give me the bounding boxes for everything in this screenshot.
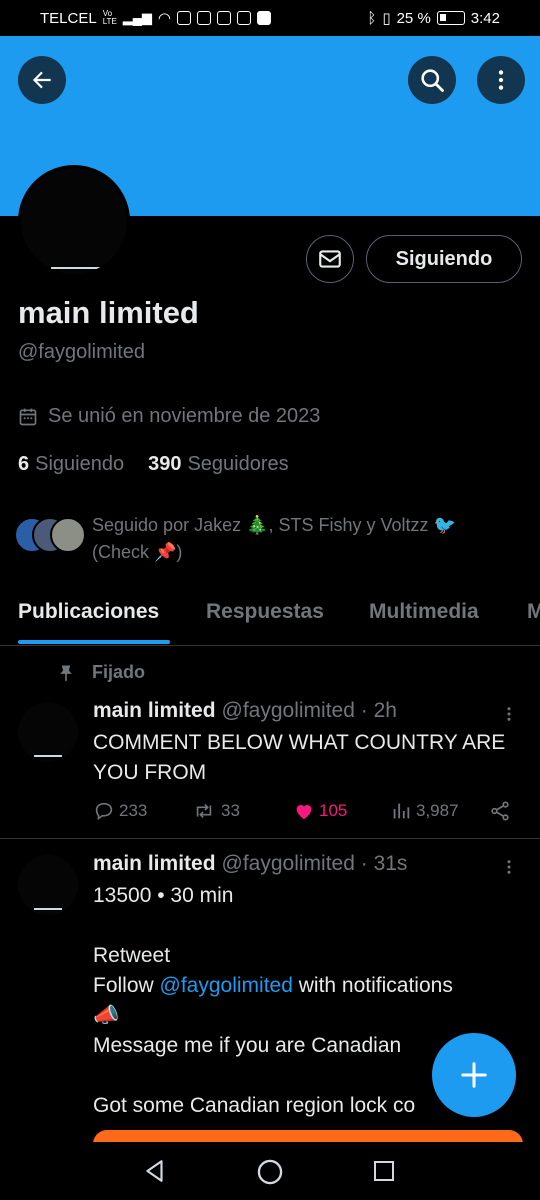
tweet-line: Retweet [93,944,171,967]
tweet-author-handle: @faygolimited [221,699,355,722]
like-button[interactable]: 105 [293,800,347,822]
signal-icon: ▂▄▆ [122,10,152,25]
app-notification-icon [217,11,232,25]
message-button[interactable] [306,235,354,283]
pinned-label: Fijado [56,662,145,683]
tweet-text: COMMENT BELOW WHAT COUNTRY ARE YOU FROM [93,731,506,784]
profile-avatar[interactable] [18,165,130,277]
follower-avatar [50,517,86,553]
vibrate-icon: ▯ [382,10,391,27]
carrier-label: TELCEL [40,9,97,27]
megaphone-emoji: 📣 [93,1004,120,1027]
app-notification-icon [197,11,212,25]
retweet-button[interactable]: 33 [191,800,240,822]
search-icon [421,69,444,92]
tweet-avatar[interactable] [18,855,78,915]
more-vertical-icon [498,70,504,90]
heart-filled-icon [296,805,312,820]
search-button[interactable] [408,56,456,104]
compose-button[interactable] [432,1033,516,1117]
mention-link[interactable]: @faygolimited [160,974,293,997]
app-notification-icon [257,11,272,25]
reply-count: 233 [119,801,148,820]
tab-respuestas[interactable]: Respuestas [206,600,324,624]
tweet-author-handle: @faygolimited [221,852,355,875]
more-vertical-icon [507,707,511,721]
tweet-author-name[interactable]: main limited [93,699,216,722]
system-nav-bar [0,1142,540,1200]
tweet-divider [0,838,540,839]
following-button[interactable]: Siguiendo [366,235,522,283]
profile-handle: @faygolimited [18,341,146,363]
tweet-author-name[interactable]: main limited [93,852,216,875]
battery-icon [436,11,465,25]
tweet-header: main limited @faygolimited · 2h [93,699,397,723]
tweet-header: main limited @faygolimited · 31s [93,852,407,876]
followers-link[interactable]: 390 Seguidores [148,453,289,476]
following-count: 6 [18,453,30,475]
clock: 3:42 [470,9,500,27]
tweet-time: · 31s [360,852,408,875]
pin-icon [60,665,72,681]
nav-home-icon[interactable] [256,1158,284,1186]
battery-percent: 25 % [396,9,431,27]
views-count: 3,987 [416,801,459,820]
joined-date: Se unió en noviembre de 2023 [18,405,320,428]
profile-tabs: Publicaciones Respuestas Multimedia M [0,586,540,646]
followers-count: 390 [148,453,182,475]
active-tab-indicator [18,640,170,644]
tweet-line: Follow @faygolimited with notifications [93,974,453,997]
tab-publicaciones[interactable]: Publicaciones [18,600,159,624]
plus-icon [461,1062,487,1088]
followed-by-text: Seguido por Jakez 🎄, STS Fishy y Voltzz … [92,515,456,562]
views-chart-icon [393,803,410,819]
app-notification-icon [237,11,252,25]
following-label: Siguiendo [35,453,125,475]
status-bar: TELCEL Vo LTE ▂▄▆ ◠ ᛒ ▯ 25 % 3:42 [0,0,540,36]
follow-counts: 6 Siguiendo 390 Seguidores [18,453,289,476]
joined-text: Se unió en noviembre de 2023 [48,405,321,427]
nav-recents-icon[interactable] [372,1159,396,1183]
tweet-more-button[interactable] [500,856,518,883]
retweet-icon [196,803,212,819]
tweet-more-button[interactable] [500,703,518,730]
views-button[interactable]: 3,987 [390,800,459,822]
following-link[interactable]: 6 Siguiendo [18,453,124,476]
tweet-line: Got some Canadian region lock co [93,1094,416,1117]
nav-back-icon[interactable] [142,1158,168,1184]
tweet-actions: 233 33 105 3,987 [93,800,523,828]
followers-label: Seguidores [187,453,289,475]
tab-more[interactable]: M [527,600,540,624]
retweet-count: 33 [221,801,240,820]
tweet-avatar[interactable] [18,702,78,762]
envelope-icon [319,250,341,268]
volte-label: Vo LTE [102,9,117,26]
share-icon [491,801,509,821]
followed-by[interactable]: Seguido por Jakez 🎄, STS Fishy y Voltzz … [14,512,524,566]
wifi-icon: ◠ [157,10,172,27]
pinned-text: Fijado [92,662,145,682]
reply-icon [95,802,113,821]
more-vertical-icon [507,860,511,874]
calendar-icon [19,408,37,425]
tweet-time: · 2h [360,699,397,722]
reply-button[interactable]: 233 [93,800,147,822]
tiktok-icon [177,11,192,25]
back-button[interactable] [18,56,66,104]
back-arrow-icon [32,71,51,89]
profile-name: main limited [18,295,199,330]
share-button[interactable] [489,800,511,822]
tab-multimedia[interactable]: Multimedia [369,600,479,624]
bluetooth-icon: ᛒ [367,9,377,27]
tweet-line: 13500 • 30 min [93,884,234,907]
like-count: 105 [319,801,348,820]
more-options-button[interactable] [477,56,525,104]
